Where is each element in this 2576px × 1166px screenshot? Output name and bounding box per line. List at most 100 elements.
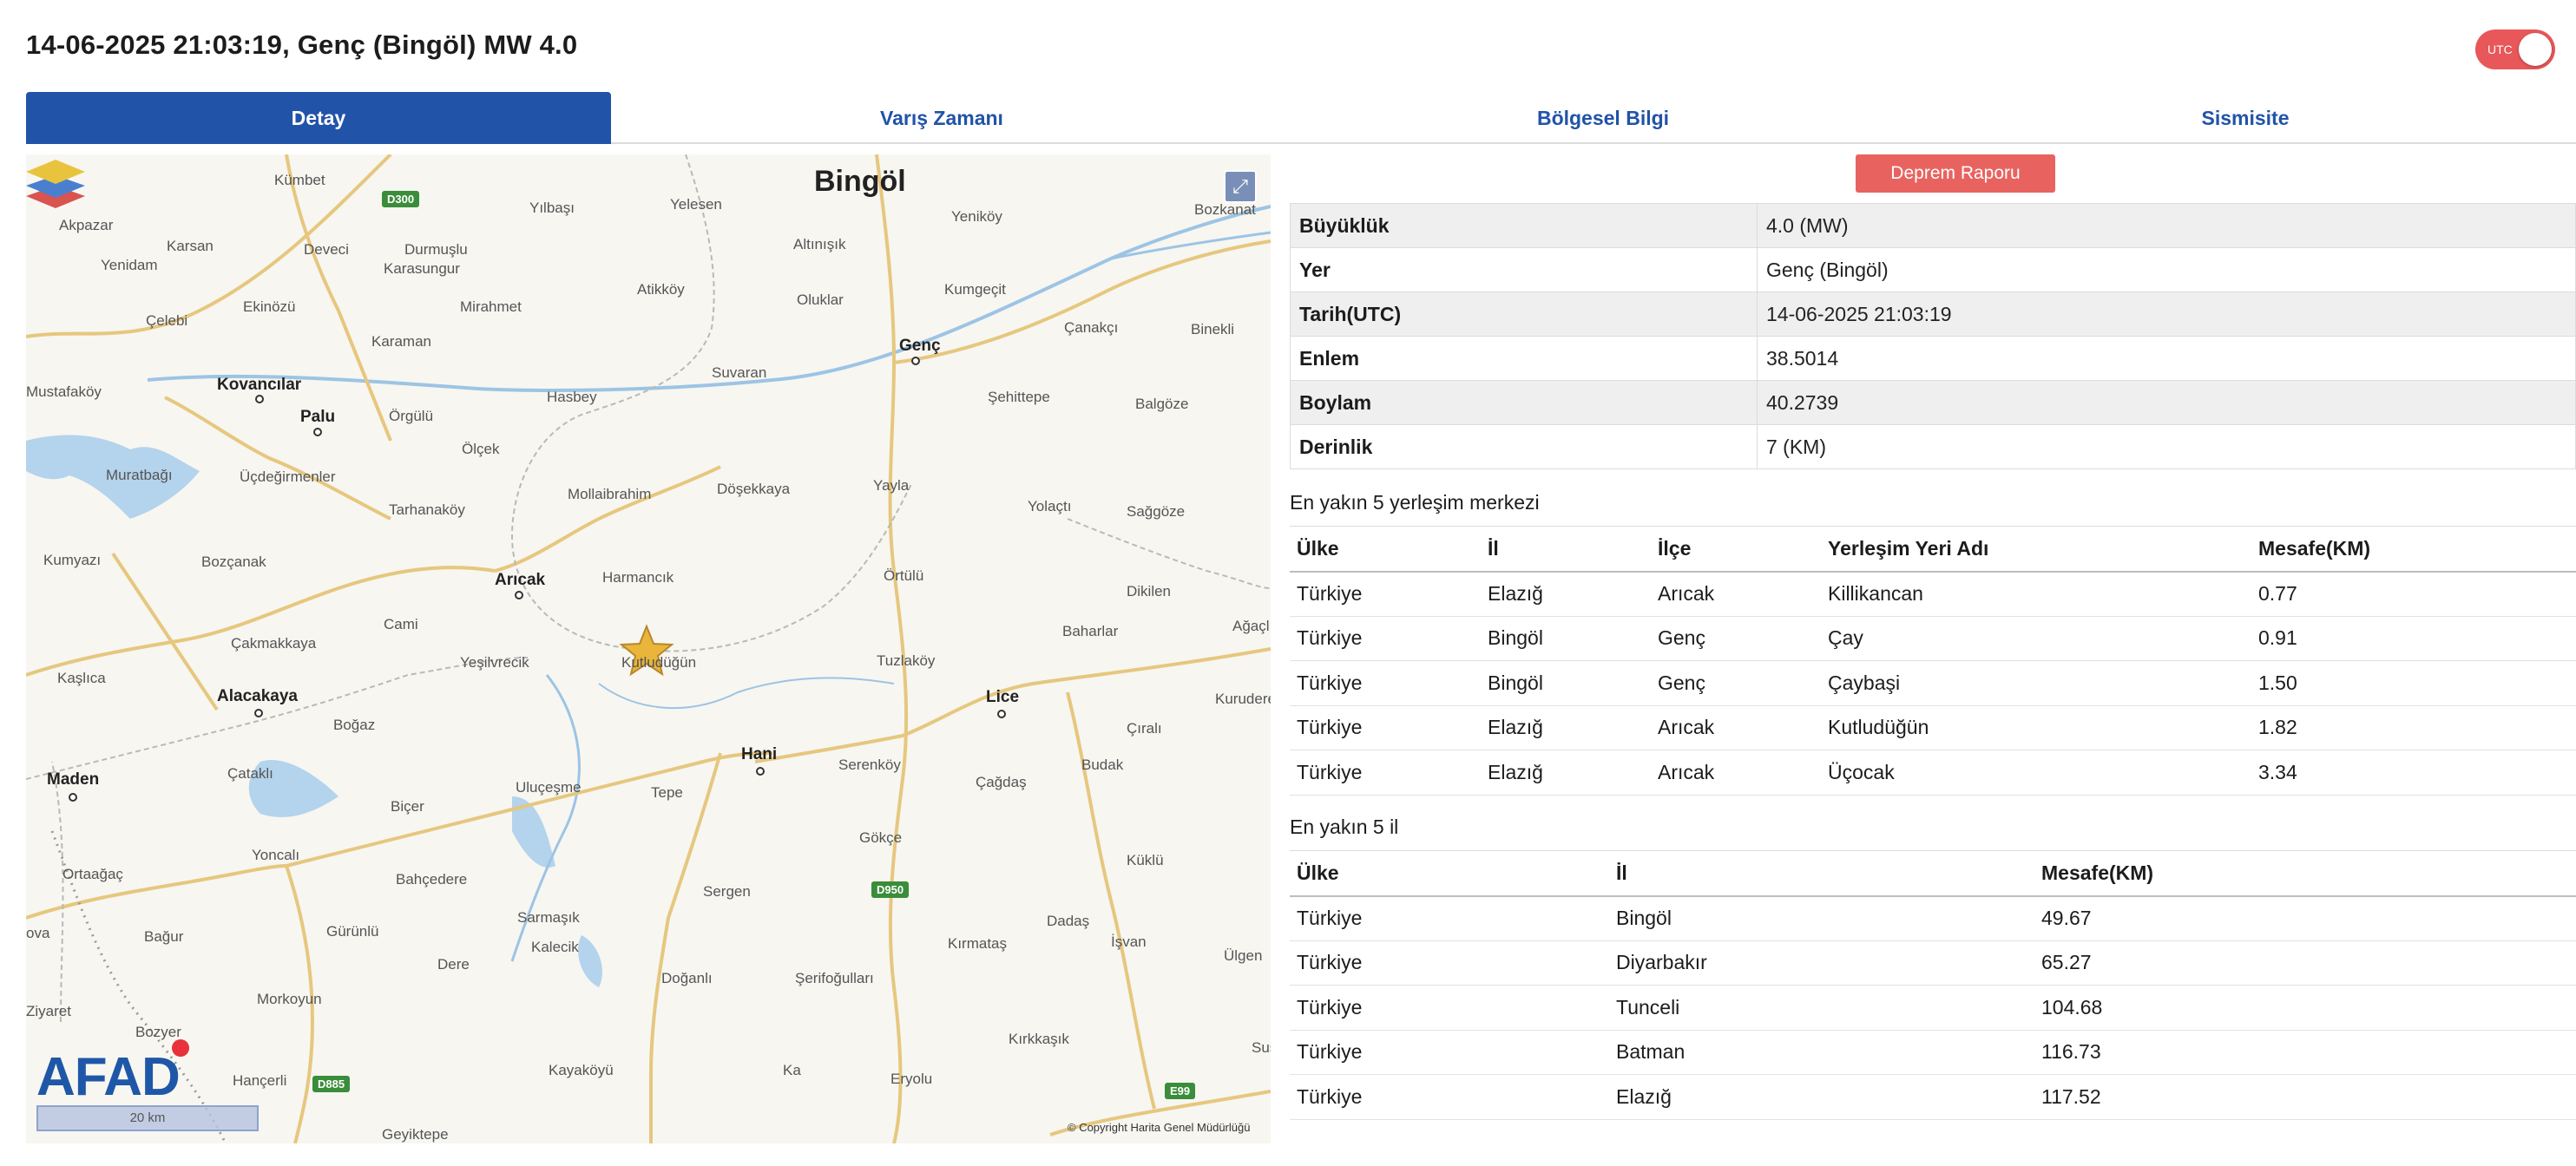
info-row: Enlem 38.5014 <box>1290 336 2576 381</box>
map-label-kirkkasik: Kırkkaşık <box>1009 1031 1069 1047</box>
map-label-dadas: Dadaş <box>1047 913 1090 929</box>
utc-label: UTC <box>2487 43 2513 56</box>
table-cell: Diyarbakır <box>1609 940 2034 986</box>
map-label-ortulu: Örtülü <box>884 567 924 584</box>
info-key: Yer <box>1290 247 1758 292</box>
info-value: 7 (KM) <box>1757 424 2576 469</box>
column-header: Ülke <box>1290 526 1481 573</box>
map-label-bingol: Bingöl <box>814 165 906 198</box>
map-label-hanceri: Hançerli <box>233 1072 287 1089</box>
map-label-tarhanakoy: Tarhanaköy <box>389 501 465 518</box>
table-cell: Elazığ <box>1481 750 1651 796</box>
map-label-bogaz: Boğaz <box>333 717 376 733</box>
map-label-ucdegirmenler: Üçdeğirmenler <box>240 468 336 485</box>
map-label-hasbey: Hasbey <box>547 389 597 405</box>
table-cell: Tunceli <box>1609 985 2034 1031</box>
map-label-alacakaya: Alacakaya <box>217 687 298 705</box>
table-cell: Kutludüğün <box>1821 705 2251 750</box>
tab-sismisite[interactable]: Sismisite <box>1934 92 2557 144</box>
map-label-kumbet: Kümbet <box>274 172 325 188</box>
info-row: Tarih(UTC) 14-06-2025 21:03:19 <box>1290 292 2576 337</box>
map-label-serifogullari: Şerifoğulları <box>795 970 874 986</box>
map-scale: 20 km <box>36 1105 259 1131</box>
map-label-kurudere: Kuruderė <box>1215 691 1271 707</box>
road-badge-e99: E99 <box>1165 1083 1196 1099</box>
fullscreen-button[interactable]: ⤢ <box>1224 170 1257 203</box>
map-label-yolacti: Yolaçtı <box>1028 498 1072 514</box>
map-label-catakli: Çataklı <box>227 765 273 782</box>
afad-logo: AFAD <box>36 1047 181 1107</box>
map-label-olcek: Ölçek <box>462 441 500 457</box>
table-row: Türkiye Diyarbakır 65.27 <box>1290 940 2576 986</box>
table-cell: Arıcak <box>1651 571 1821 617</box>
tab-bar: Detay Varış Zamanı Bölgesel Bilgi Sismis… <box>26 92 2576 144</box>
column-header: Mesafe(KM) <box>2251 526 2576 573</box>
table-cell: Türkiye <box>1290 940 1609 986</box>
table-cell: Üçocak <box>1821 750 2251 796</box>
map-label-kuklu: Küklü <box>1127 852 1164 868</box>
map-label-ulgen: Ülgen <box>1224 947 1263 964</box>
map-label-tuzlakoy: Tuzlaköy <box>877 652 936 669</box>
table-cell: 117.52 <box>2034 1074 2576 1120</box>
utc-toggle[interactable]: UTC <box>2475 29 2555 69</box>
tab-bolgesel-bilgi[interactable]: Bölgesel Bilgi <box>1272 92 1934 144</box>
map-label-orgulu: Örgülü <box>389 408 434 424</box>
map-label-karasungur: Karasungur <box>384 260 460 277</box>
map-label-durmuslu: Durmuşlu <box>404 241 468 258</box>
column-header: Ülke <box>1290 850 1609 897</box>
map-label-serenkoy: Serenköy <box>838 757 901 773</box>
map-label-yoncali: Yoncalı <box>252 847 300 863</box>
info-row: Yer Genç (Bingöl) <box>1290 247 2576 292</box>
tab-detay[interactable]: Detay <box>26 92 611 144</box>
map-label-sarmasik: Sarmaşık <box>517 909 580 926</box>
table-cell: 49.67 <box>2034 895 2576 941</box>
table-cell: 3.34 <box>2251 750 2576 796</box>
map-label-ziyaret: Ziyaret <box>26 1003 71 1019</box>
map-label-karsan: Karsan <box>167 238 214 254</box>
map-label-vrecik: Yeşilvrecik <box>460 654 529 671</box>
table-cell: 104.68 <box>2034 985 2576 1031</box>
map-label-bahcedere: Bahçedere <box>396 871 468 888</box>
map-label-sehittepe: Şehittepe <box>988 389 1050 405</box>
tab-varis-zamani[interactable]: Varış Zamanı <box>611 92 1272 144</box>
map-label-aricak: Arıcak <box>495 571 546 589</box>
map-label-kumgecit: Kumgeçit <box>944 281 1006 298</box>
map-label-bicer: Biçer <box>391 798 424 815</box>
map-label-gurunlu: Gürünlü <box>326 923 379 940</box>
info-key: Büyüklük <box>1290 203 1758 248</box>
column-header: İl <box>1609 850 2034 897</box>
info-value: 40.2739 <box>1757 380 2576 425</box>
table-cell: 1.50 <box>2251 660 2576 706</box>
column-header: İlçe <box>1651 526 1821 573</box>
table-cell: Bingöl <box>1481 660 1651 706</box>
map-label-kayakoyu: Kayaköyü <box>549 1062 614 1078</box>
info-key: Tarih(UTC) <box>1290 292 1758 337</box>
map-label-yilbasi: Yılbaşı <box>529 200 575 216</box>
map-label-karaman: Karaman <box>371 333 431 350</box>
earthquake-report-button[interactable]: Deprem Raporu <box>1856 154 2055 193</box>
info-key: Derinlik <box>1290 424 1758 469</box>
map-label-kaslica: Kaşlıca <box>57 670 106 686</box>
table-cell: Türkiye <box>1290 571 1481 617</box>
table-row: Türkiye Bingöl Genç Çaybaşi 1.50 <box>1290 660 2576 706</box>
table-row: Türkiye Elazığ Arıcak Killikancan 0.77 <box>1290 571 2576 617</box>
map-label-bagur: Bağur <box>144 928 184 945</box>
map-label-ulucesme: Uluçeşme <box>516 779 582 796</box>
info-row: Boylam 40.2739 <box>1290 380 2576 425</box>
settlements-table: Ülke İl İlçe Yerleşim Yeri Adı Mesafe(KM… <box>1290 526 2576 796</box>
map-label-kirmatas: Kırmataş <box>948 935 1008 952</box>
map-label-yelesen: Yelesen <box>670 196 722 213</box>
settlements-header-row: Ülke İl İlçe Yerleşim Yeri Adı Mesafe(KM… <box>1290 526 2576 573</box>
table-row: Türkiye Bingöl 49.67 <box>1290 895 2576 941</box>
table-cell: 0.77 <box>2251 571 2576 617</box>
provinces-table: Ülke İl Mesafe(KM) Türkiye Bingöl 49.67 Tü… <box>1290 850 2576 1120</box>
map-label-sus: Sus <box>1252 1039 1271 1056</box>
road-badge-d300: D300 <box>382 191 420 207</box>
earthquake-map[interactable]: Bingöl Genç Kovancılar Palu Arıcak Alaca… <box>26 154 1271 1143</box>
info-row: Büyüklük 4.0 (MW) <box>1290 203 2576 248</box>
table-cell: 116.73 <box>2034 1030 2576 1075</box>
map-label-cakmakkaya: Çakmakkaya <box>231 635 317 652</box>
layers-button[interactable] <box>26 154 85 212</box>
map-label-mirahmet: Mirahmet <box>460 298 522 315</box>
map-label-genc: Genç <box>899 337 941 355</box>
